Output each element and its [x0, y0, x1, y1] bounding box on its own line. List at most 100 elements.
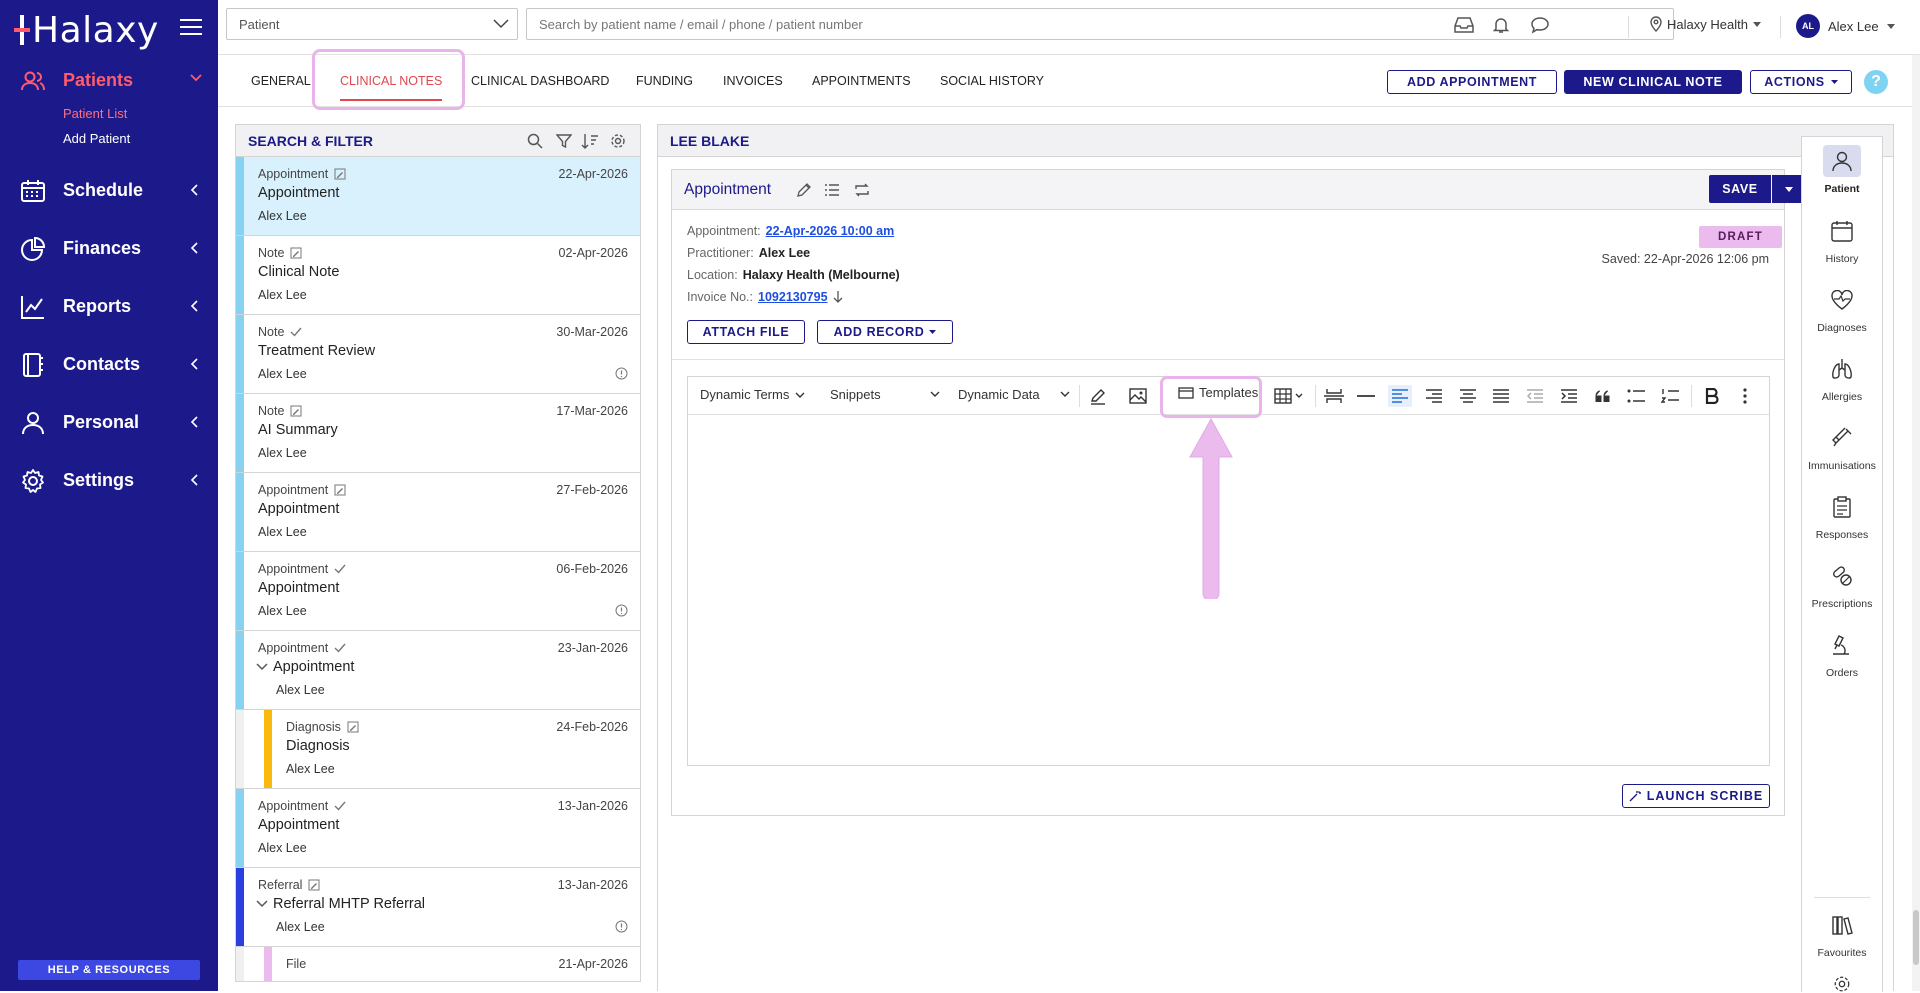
tab-general[interactable]: GENERAL: [251, 55, 311, 107]
dynamic-data-dropdown[interactable]: Dynamic Data: [958, 387, 1070, 402]
bold-icon[interactable]: [1700, 385, 1724, 407]
list-item[interactable]: Appointment 23-Jan-2026 Appointment Alex…: [236, 631, 640, 710]
chevron-down-icon[interactable]: [256, 900, 268, 908]
rail-item-responses[interactable]: Responses: [1802, 491, 1882, 553]
filter-icon[interactable]: [556, 133, 572, 149]
align-left-icon[interactable]: [1388, 385, 1412, 407]
launch-scribe-button[interactable]: LAUNCH SCRIBE: [1622, 784, 1770, 808]
sort-icon[interactable]: [581, 133, 599, 149]
list-item[interactable]: Appointment 22-Apr-2026 Appointment Alex…: [236, 157, 640, 236]
list-item[interactable]: Referral 13-Jan-2026 Referral MHTP Refer…: [236, 868, 640, 947]
rail-item-prescriptions[interactable]: Prescriptions: [1802, 560, 1882, 622]
tab-social-history[interactable]: SOCIAL HISTORY: [940, 55, 1044, 107]
highlighter-icon[interactable]: [1086, 385, 1110, 407]
indent-icon[interactable]: [1557, 385, 1581, 407]
tab-appointments[interactable]: APPOINTMENTS: [812, 55, 911, 107]
image-icon[interactable]: [1126, 385, 1150, 407]
user-menu[interactable]: AL Alex Lee: [1796, 14, 1895, 38]
numbered-list-icon[interactable]: [1658, 385, 1682, 407]
rail-item-patient[interactable]: Patient: [1802, 145, 1882, 207]
sidebar-item-contacts[interactable]: Contacts: [0, 344, 218, 384]
page-break-icon[interactable]: [1322, 385, 1346, 407]
rail-item-orders[interactable]: Orders: [1802, 629, 1882, 691]
clipboard-icon: [1833, 496, 1851, 518]
list-item[interactable]: File 21-Apr-2026: [236, 947, 640, 981]
info-icon[interactable]: [615, 920, 628, 933]
actions-button[interactable]: ACTIONS: [1750, 70, 1852, 94]
arrow-down-icon[interactable]: [833, 291, 843, 303]
invoice-link[interactable]: 1092130795: [758, 290, 828, 304]
chat-bubble-icon[interactable]: [1530, 16, 1550, 34]
inbox-icon[interactable]: [1454, 16, 1474, 34]
list-item[interactable]: Diagnosis 24-Feb-2026 Diagnosis Alex Lee: [236, 710, 640, 789]
location-selector[interactable]: Halaxy Health: [1650, 16, 1761, 32]
note-type: Appointment: [258, 483, 329, 497]
page-scrollbar[interactable]: [1912, 55, 1920, 991]
add-appointment-button[interactable]: ADD APPOINTMENT: [1387, 70, 1557, 94]
new-clinical-note-button[interactable]: NEW CLINICAL NOTE: [1564, 70, 1742, 94]
horizontal-rule-icon[interactable]: [1354, 385, 1378, 407]
sidebar-item-settings[interactable]: Settings: [0, 460, 218, 500]
sidebar-item-patients[interactable]: Patients: [0, 60, 218, 100]
sidebar-subitem-add-patient[interactable]: Add Patient: [63, 131, 130, 146]
table-icon[interactable]: [1270, 385, 1308, 407]
blockquote-icon[interactable]: [1591, 385, 1615, 407]
add-record-button[interactable]: ADD RECORD: [817, 320, 953, 344]
rail-item-history[interactable]: History: [1802, 215, 1882, 277]
align-center-icon[interactable]: [1456, 385, 1480, 407]
chevron-down-icon[interactable]: [256, 663, 268, 671]
list-item[interactable]: Note 17-Mar-2026 AI Summary Alex Lee: [236, 394, 640, 473]
info-icon[interactable]: [615, 367, 628, 380]
rail-item-immunisations[interactable]: Immunisations: [1802, 422, 1882, 484]
help-icon[interactable]: ?: [1864, 70, 1888, 94]
halaxy-logo[interactable]: Halaxy: [14, 8, 159, 52]
info-icon[interactable]: [615, 604, 628, 617]
templates-button[interactable]: Templates: [1178, 385, 1258, 400]
rail-item-allergies[interactable]: Allergies: [1802, 353, 1882, 415]
repeat-icon[interactable]: [854, 182, 870, 198]
sidebar-item-finances[interactable]: Finances: [0, 228, 218, 268]
list-icon[interactable]: [824, 182, 840, 198]
gear-icon: [22, 469, 44, 493]
list-item[interactable]: Appointment 13-Jan-2026 Appointment Alex…: [236, 789, 640, 868]
help-resources-button[interactable]: HELP & RESOURCES: [18, 960, 200, 980]
patient-select[interactable]: Patient: [226, 8, 518, 40]
scrollbar-thumb[interactable]: [1913, 910, 1919, 965]
search-icon[interactable]: [527, 133, 543, 149]
list-item[interactable]: Appointment 06-Feb-2026 Appointment Alex…: [236, 552, 640, 631]
rail-item-settings[interactable]: [1802, 975, 1882, 993]
rail-item-diagnoses[interactable]: Diagnoses: [1802, 284, 1882, 346]
sidebar-item-schedule[interactable]: Schedule: [0, 170, 218, 210]
bullet-list-icon[interactable]: [1624, 385, 1648, 407]
tab-clinical-dashboard[interactable]: CLINICAL DASHBOARD: [471, 55, 609, 107]
bell-icon[interactable]: [1492, 16, 1510, 34]
check-icon: [334, 643, 346, 653]
save-button[interactable]: SAVE: [1709, 175, 1771, 203]
dynamic-terms-dropdown[interactable]: Dynamic Terms: [700, 387, 805, 402]
snippets-dropdown[interactable]: Snippets: [830, 387, 940, 402]
settings-gear-icon[interactable]: [610, 133, 626, 149]
pencil-icon[interactable]: [796, 182, 812, 198]
sidebar-item-personal[interactable]: Personal: [0, 402, 218, 442]
menu-toggle-icon[interactable]: [180, 18, 202, 36]
rail-label: Diagnoses: [1817, 322, 1867, 334]
note-title: Appointment: [258, 817, 340, 833]
sidebar-item-reports[interactable]: Reports: [0, 286, 218, 326]
editor-content-area[interactable]: [688, 415, 1769, 765]
list-item[interactable]: Note 30-Mar-2026 Treatment Review Alex L…: [236, 315, 640, 394]
rail-label: Immunisations: [1808, 460, 1876, 472]
more-options-icon[interactable]: [1733, 385, 1757, 407]
tab-clinical-notes[interactable]: CLINICAL NOTES: [340, 55, 443, 107]
sidebar-subitem-patient-list[interactable]: Patient List: [63, 106, 127, 121]
attach-file-button[interactable]: ATTACH FILE: [687, 320, 805, 344]
outdent-icon[interactable]: [1523, 385, 1547, 407]
tab-funding[interactable]: FUNDING: [636, 55, 693, 107]
align-right-icon[interactable]: [1422, 385, 1446, 407]
rail-item-favourites[interactable]: Favourites: [1802, 909, 1882, 971]
align-justify-icon[interactable]: [1489, 385, 1513, 407]
appointment-link[interactable]: 22-Apr-2026 10:00 am: [766, 224, 895, 238]
tab-invoices[interactable]: INVOICES: [723, 55, 783, 107]
list-item[interactable]: Note 02-Apr-2026 Clinical Note Alex Lee: [236, 236, 640, 315]
divider: [1628, 16, 1629, 38]
list-item[interactable]: Appointment 27-Feb-2026 Appointment Alex…: [236, 473, 640, 552]
